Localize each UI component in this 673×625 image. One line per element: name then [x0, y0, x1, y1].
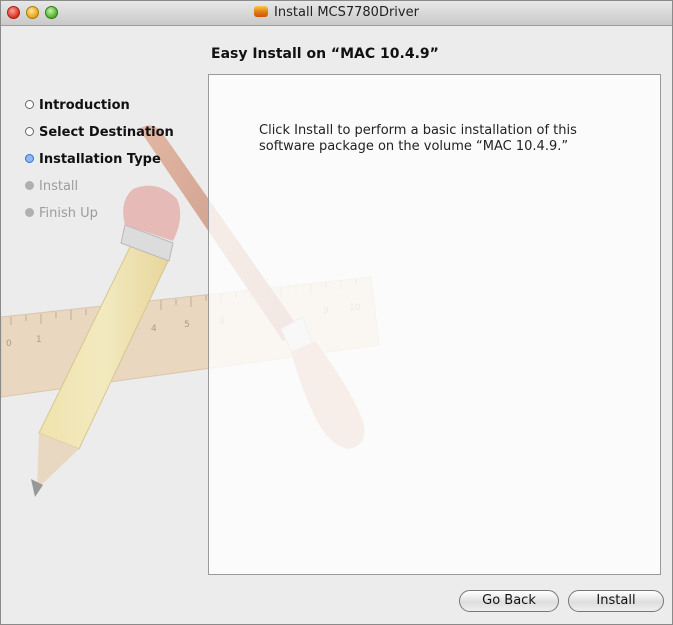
- step-label: Finish Up: [39, 206, 98, 221]
- install-button[interactable]: Install: [568, 590, 664, 612]
- ruler-number: 5: [184, 320, 190, 330]
- window-title-text: Install MCS7780Driver: [274, 5, 419, 20]
- step-label: Select Destination: [39, 125, 174, 140]
- step-finish-up: Finish Up: [25, 205, 174, 232]
- step-bullet-icon: [25, 154, 34, 163]
- content-panel: Click Install to perform a basic install…: [208, 74, 661, 575]
- go-back-button[interactable]: Go Back: [459, 590, 559, 612]
- step-bullet-icon: [25, 127, 34, 136]
- step-select-destination: Select Destination: [25, 124, 174, 151]
- step-bullet-icon: [25, 208, 34, 217]
- step-bullet-icon: [25, 100, 34, 109]
- page-heading: Easy Install on “MAC 10.4.9”: [211, 46, 439, 62]
- step-bullet-icon: [25, 181, 34, 190]
- ruler-number: 4: [151, 324, 157, 334]
- package-icon: [254, 6, 269, 17]
- ruler-number: 1: [36, 335, 42, 345]
- step-label: Install: [39, 179, 79, 194]
- step-installation-type: Installation Type: [25, 151, 174, 178]
- step-label: Introduction: [39, 98, 130, 113]
- step-introduction: Introduction: [25, 97, 174, 124]
- window-title: Install MCS7780Driver: [1, 1, 672, 25]
- step-label: Installation Type: [39, 152, 161, 167]
- step-install: Install: [25, 178, 174, 205]
- title-bar[interactable]: Install MCS7780Driver: [1, 1, 672, 26]
- install-description: Click Install to perform a basic install…: [259, 123, 577, 154]
- installer-window: Install MCS7780Driver 0 1 4 5 Easy Insta…: [0, 0, 673, 625]
- installer-steps-list: Introduction Select Destination Installa…: [25, 97, 174, 232]
- ruler-number: 0: [6, 339, 12, 349]
